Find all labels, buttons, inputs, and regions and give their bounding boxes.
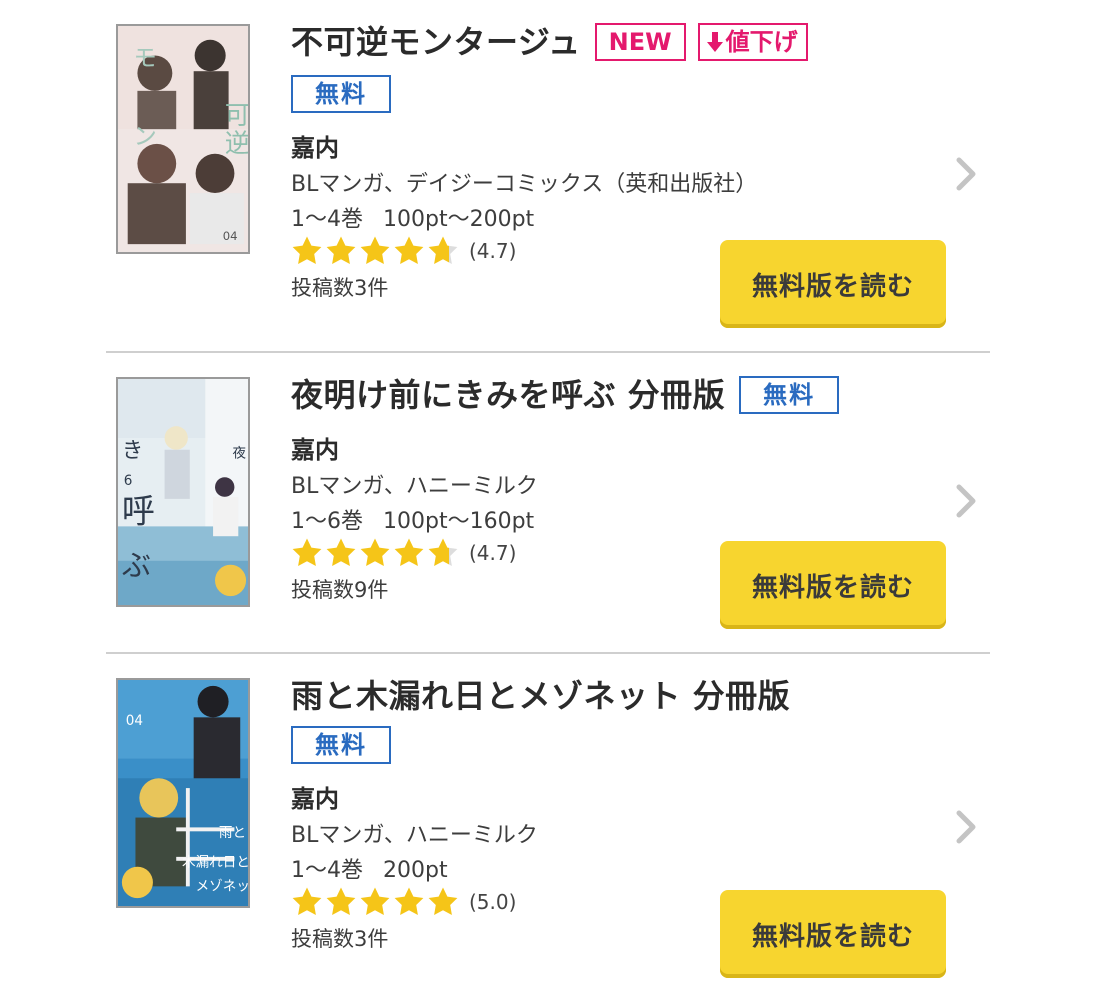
list-item[interactable]: き 呼 ぶ 6 夜 夜明け前にきみを呼ぶ 分冊版 無料 嘉内 BLマンガ、ハニー…: [106, 353, 990, 653]
star-icon: [326, 887, 356, 915]
review-count[interactable]: 投稿数3件: [291, 272, 388, 302]
star-icon: [360, 236, 390, 264]
star-icon: [428, 887, 458, 915]
author[interactable]: 嘉内: [291, 430, 339, 465]
star-icon: [326, 538, 356, 566]
star-icon: [360, 538, 390, 566]
svg-text:メゾネット: メゾネット: [196, 878, 248, 894]
item-title[interactable]: 不可逆モンタージュ: [291, 22, 581, 62]
star-icon: [292, 236, 322, 264]
svg-text:呼: 呼: [122, 491, 155, 530]
review-count[interactable]: 投稿数9件: [291, 574, 388, 604]
price-down-badge: 値下げ: [697, 23, 808, 61]
svg-text:き: き: [122, 438, 143, 463]
author[interactable]: 嘉内: [291, 128, 339, 163]
genre-publisher: BLマンガ、ハニーミルク: [291, 823, 538, 848]
volumes-price: 1〜4巻 200pt: [291, 852, 448, 884]
cover-image[interactable]: き 呼 ぶ 6 夜: [116, 377, 250, 607]
star-rating: [291, 537, 459, 569]
star-icon: [394, 236, 424, 264]
svg-text:夜: 夜: [232, 446, 246, 462]
genre-publisher: BLマンガ、ハニーミルク: [291, 474, 538, 499]
svg-text:04: 04: [223, 229, 238, 243]
svg-text:木漏れ日と: 木漏れ日と: [182, 855, 248, 871]
svg-text:モ: モ: [134, 43, 157, 71]
volumes: 1〜4巻: [291, 858, 363, 883]
genre-publisher: BLマンガ、デイジーコミックス（英和出版社）: [291, 172, 758, 197]
volumes: 1〜4巻: [291, 207, 363, 232]
svg-text:ぶ: ぶ: [122, 548, 151, 582]
read-free-button[interactable]: 無料版を読む: [720, 541, 946, 629]
list-item[interactable]: 04 雨と 木漏れ日と メゾネット 雨と木漏れ日とメゾネット 分冊版 無料 嘉内…: [106, 654, 990, 991]
svg-text:可: 可: [225, 100, 248, 130]
volumes-price: 1〜6巻 100pt〜160pt: [291, 503, 534, 535]
read-free-button[interactable]: 無料版を読む: [720, 240, 946, 328]
chevron-right-icon[interactable]: [954, 809, 978, 845]
rating-value: (5.0): [469, 890, 517, 914]
price: 100pt〜200pt: [383, 207, 535, 232]
rating: (4.7): [291, 235, 516, 267]
item-title[interactable]: 雨と木漏れ日とメゾネット 分冊版: [291, 676, 790, 716]
arrow-down-icon: [706, 32, 723, 52]
star-icon: [360, 887, 390, 915]
svg-text:04: 04: [126, 713, 143, 729]
star-icon: [428, 538, 458, 566]
rating: (5.0): [291, 886, 516, 918]
price: 200pt: [383, 858, 448, 883]
item-title[interactable]: 夜明け前にきみを呼ぶ 分冊版: [291, 375, 725, 415]
svg-text:6: 6: [124, 473, 133, 489]
review-count[interactable]: 投稿数3件: [291, 923, 388, 953]
svg-text:雨と: 雨と: [219, 825, 246, 841]
new-badge: NEW: [594, 23, 686, 61]
star-icon: [326, 236, 356, 264]
svg-text:ン: ン: [134, 122, 157, 150]
list-item[interactable]: 可 逆 モ ン 04 不可逆モンタージュ NEW 値下げ 無料 嘉内 BLマンガ…: [106, 0, 990, 352]
read-free-button[interactable]: 無料版を読む: [720, 890, 946, 978]
star-rating: [291, 886, 459, 918]
author[interactable]: 嘉内: [291, 779, 339, 814]
price-down-label: 値下げ: [725, 28, 798, 56]
star-icon: [292, 887, 322, 915]
star-icon: [394, 538, 424, 566]
free-badge: 無料: [291, 75, 391, 113]
rating-value: (4.7): [469, 239, 517, 263]
chevron-right-icon[interactable]: [954, 483, 978, 519]
price: 100pt〜160pt: [383, 509, 535, 534]
rating: (4.7): [291, 537, 516, 569]
star-icon: [428, 236, 458, 264]
cover-image[interactable]: 04 雨と 木漏れ日と メゾネット: [116, 678, 250, 908]
star-icon: [292, 538, 322, 566]
volumes-price: 1〜4巻 100pt〜200pt: [291, 201, 534, 233]
cover-image[interactable]: 可 逆 モ ン 04: [116, 24, 250, 254]
chevron-right-icon[interactable]: [954, 156, 978, 192]
free-badge: 無料: [291, 726, 391, 764]
rating-value: (4.7): [469, 541, 517, 565]
svg-text:逆: 逆: [225, 128, 248, 158]
free-badge: 無料: [739, 376, 840, 414]
volumes: 1〜6巻: [291, 509, 363, 534]
star-icon: [394, 887, 424, 915]
star-rating: [291, 235, 459, 267]
